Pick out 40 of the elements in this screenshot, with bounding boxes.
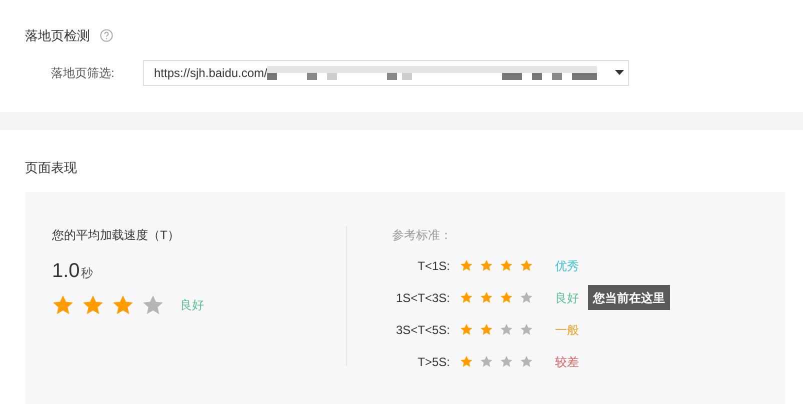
star-icon [500,323,513,336]
help-icon[interactable] [100,29,113,42]
star-icon [480,259,493,272]
star-icon [480,323,493,336]
star-icon [520,291,533,304]
tooltip: 您当前在这里 [588,285,670,310]
star-icon [500,259,513,272]
range-label: T>5S: [416,354,450,370]
star-icon [52,294,74,316]
rating-label: 较差 [555,354,579,370]
star-icon [500,355,513,368]
star-icon [480,291,493,304]
range-label: 3S<T<5S: [394,322,450,338]
reference-title: 参考标准： [392,226,453,244]
rating-label: 优秀 [555,258,579,274]
star-icon [142,294,164,316]
field-label: 落地页筛选: [51,64,116,82]
section-title: 页面表现 [25,159,78,177]
star-icon [460,323,473,336]
rating-label: 良好 [180,296,204,314]
star-icon [500,291,513,304]
range-label: T<1S: [416,258,450,274]
unit-label: 秒 [80,264,93,282]
speed-value: 1.0 [52,258,80,284]
range-label: 1S<T<3S: [394,290,450,306]
rating-label: 一般 [555,322,579,338]
rating-label: 良好 [555,290,579,306]
star-icon [480,355,493,368]
star-icon [460,259,473,272]
star-icon [520,323,533,336]
star-icon [460,291,473,304]
star-icon [82,294,104,316]
speed-label: 您的平均加载速度（T） [52,226,180,244]
caret-icon [615,70,624,75]
star-icon [460,355,473,368]
section-title: 落地页检测 [25,27,90,45]
star-icon [520,259,533,272]
star-icon [112,294,134,316]
star-icon [520,355,533,368]
url-dropdown[interactable]: https://sjh.baidu.com/ [143,60,629,86]
